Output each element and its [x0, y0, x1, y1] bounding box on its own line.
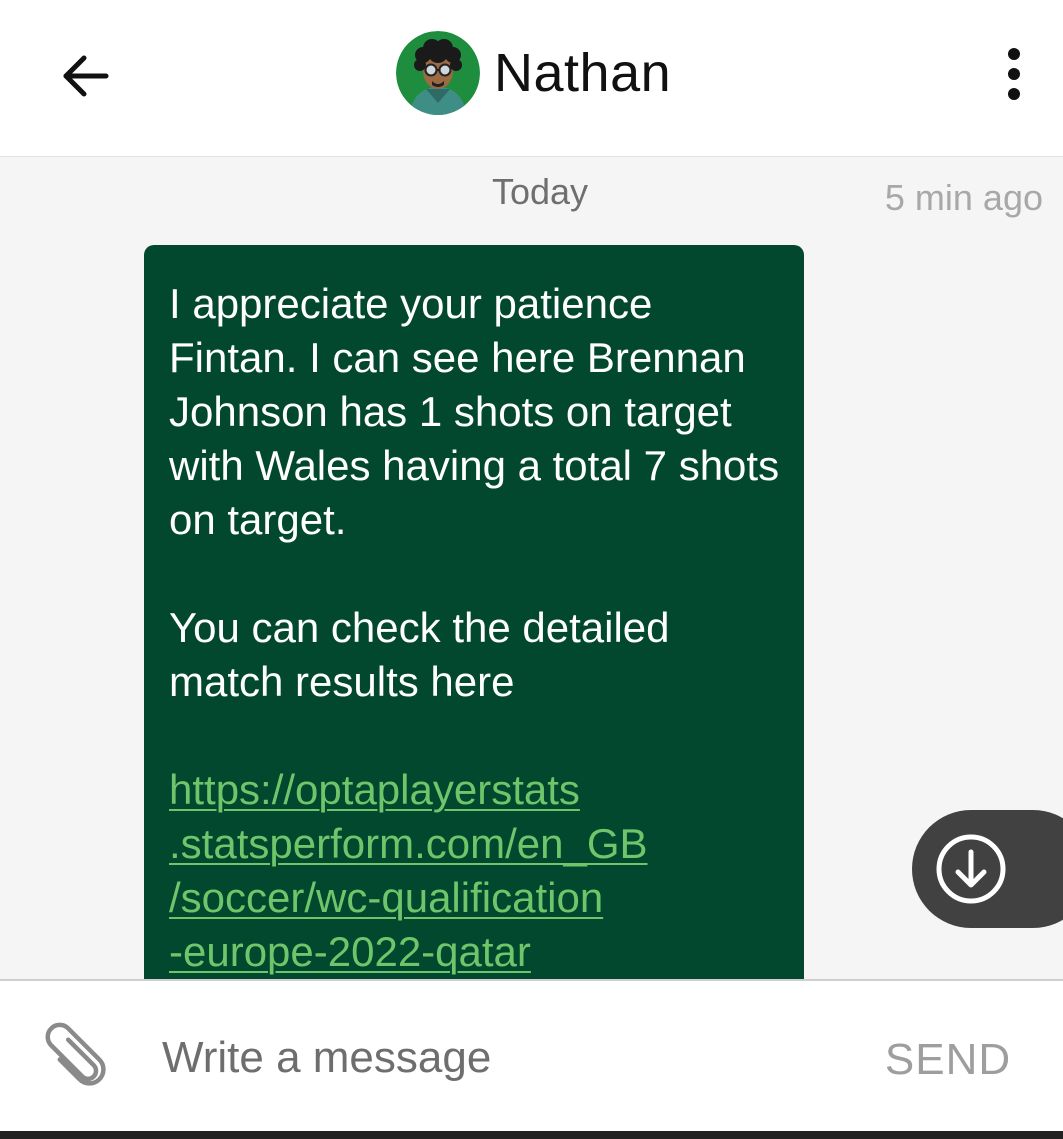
message-composer: SEND [0, 979, 1063, 1131]
system-navigation-bar [0, 1131, 1063, 1139]
avatar[interactable] [396, 31, 480, 115]
message-timestamp: 5 min ago [884, 177, 1043, 218]
message-list[interactable]: Today 5 min ago I appreciate your patien… [0, 157, 1063, 979]
contact-title[interactable]: Nathan [396, 30, 671, 116]
message-text: You can check the detailed match results… [169, 604, 670, 705]
chat-header: Nathan [0, 0, 1063, 157]
send-button[interactable]: SEND [870, 1025, 1026, 1095]
contact-name: Nathan [494, 43, 672, 103]
message-link[interactable]: https://optaplayerstats .statsperform.com… [169, 763, 784, 979]
attach-button[interactable] [34, 1017, 118, 1095]
message-bubble: I appreciate your patience Fintan. I can… [144, 245, 804, 979]
back-button[interactable] [52, 42, 116, 106]
avatar-icon [396, 31, 480, 115]
date-divider: Today [491, 171, 589, 212]
message-input[interactable] [162, 1013, 842, 1103]
arrow-down-circle-icon [936, 834, 1006, 904]
message-text: I appreciate your patience Fintan. I can… [169, 280, 780, 543]
arrow-left-icon [63, 55, 109, 97]
more-vertical-icon [1008, 48, 1020, 100]
paperclip-icon [45, 1022, 106, 1086]
more-options-button[interactable] [990, 40, 1038, 108]
scroll-to-bottom-button[interactable] [912, 810, 1063, 928]
